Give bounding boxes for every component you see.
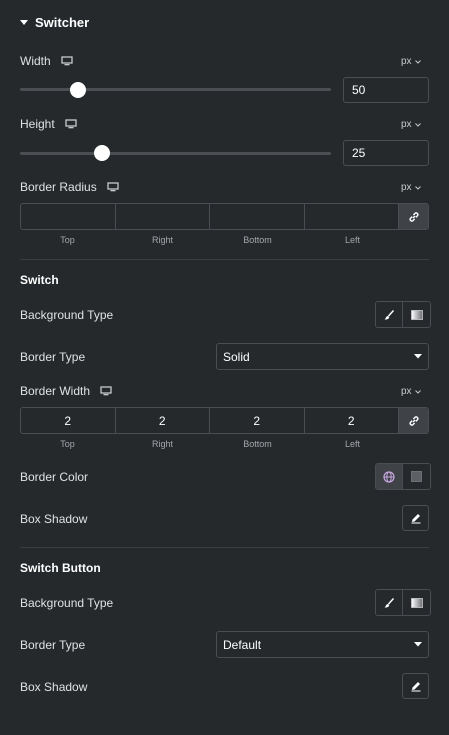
width-label-row: Width bbox=[20, 54, 73, 68]
color-swatch bbox=[411, 471, 422, 482]
gradient-background-button[interactable] bbox=[403, 590, 430, 615]
width-slider-thumb[interactable] bbox=[70, 82, 87, 98]
height-unit: px bbox=[401, 119, 412, 130]
switch-button-border-type-label: Border Type bbox=[20, 638, 86, 652]
chevron-down-icon bbox=[414, 59, 421, 64]
width-value: 50 bbox=[352, 83, 366, 97]
switch-button-border-type-select[interactable]: Default bbox=[216, 631, 429, 658]
side-label-left: Left bbox=[344, 439, 360, 449]
height-input[interactable]: 25 bbox=[343, 140, 429, 166]
border-color-label: Border Color bbox=[20, 470, 89, 484]
switch-background-type-label: Background Type bbox=[20, 308, 114, 322]
border-color-controls bbox=[375, 463, 431, 490]
switch-heading: Switch bbox=[20, 273, 59, 287]
link-icon bbox=[408, 415, 419, 426]
height-label-row: Height bbox=[20, 117, 77, 131]
height-unit-selector[interactable]: px bbox=[401, 119, 421, 130]
globe-icon bbox=[383, 470, 395, 483]
side-label-top: Top bbox=[60, 235, 75, 245]
switch-border-type-select[interactable]: Solid bbox=[216, 343, 429, 370]
switch-button-background-type-label: Background Type bbox=[20, 596, 114, 610]
side-label-top: Top bbox=[60, 439, 75, 449]
section-header[interactable]: Switcher bbox=[20, 15, 89, 30]
border-width-label: Border Width bbox=[20, 384, 91, 398]
width-unit-selector[interactable]: px bbox=[401, 56, 421, 67]
brush-icon bbox=[384, 597, 395, 608]
classic-background-button[interactable] bbox=[376, 302, 403, 327]
side-label-right: Right bbox=[151, 235, 173, 245]
border-radius-unit: px bbox=[401, 182, 412, 193]
border-width-right-input[interactable]: 2 bbox=[116, 408, 210, 433]
chevron-down-icon bbox=[414, 122, 421, 127]
switch-button-background-type-group bbox=[375, 589, 431, 616]
switch-button-heading: Switch Button bbox=[20, 561, 101, 575]
switch-button-border-type-value: Default bbox=[223, 637, 262, 652]
width-unit: px bbox=[401, 56, 412, 67]
gradient-background-button[interactable] bbox=[403, 302, 430, 327]
border-width-bottom-input[interactable]: 2 bbox=[210, 408, 305, 433]
side-label-left: Left bbox=[344, 235, 360, 245]
gradient-icon bbox=[410, 597, 423, 608]
link-icon bbox=[408, 211, 419, 222]
link-values-button[interactable] bbox=[399, 408, 428, 433]
link-values-button[interactable] bbox=[399, 204, 428, 229]
height-label: Height bbox=[20, 117, 55, 131]
desktop-icon[interactable] bbox=[61, 56, 73, 66]
switch-box-shadow-label: Box Shadow bbox=[20, 512, 88, 526]
brush-icon bbox=[384, 309, 395, 320]
border-radius-label-row: Border Radius bbox=[20, 180, 119, 194]
caret-down-icon bbox=[414, 354, 422, 359]
desktop-icon[interactable] bbox=[65, 119, 77, 129]
switch-background-type-group bbox=[375, 301, 431, 328]
pencil-icon bbox=[411, 514, 420, 524]
border-radius-unit-selector[interactable]: px bbox=[401, 182, 421, 193]
border-radius-bottom-input[interactable] bbox=[210, 204, 305, 229]
border-radius-label: Border Radius bbox=[20, 180, 97, 194]
gradient-icon bbox=[410, 309, 423, 320]
classic-background-button[interactable] bbox=[376, 590, 403, 615]
height-value: 25 bbox=[352, 146, 366, 160]
side-label-bottom: Bottom bbox=[243, 439, 272, 449]
border-width-side-labels: Top Right Bottom Left bbox=[20, 439, 429, 449]
chevron-down-icon bbox=[414, 389, 421, 394]
width-input[interactable]: 50 bbox=[343, 77, 429, 103]
switch-border-type-label: Border Type bbox=[20, 350, 86, 364]
width-slider-track[interactable] bbox=[20, 88, 331, 91]
side-label-right: Right bbox=[151, 439, 173, 449]
chevron-down-icon bbox=[414, 185, 421, 190]
width-label: Width bbox=[20, 54, 51, 68]
border-width-unit-selector[interactable]: px bbox=[401, 386, 421, 397]
switch-button-box-shadow-edit-button[interactable] bbox=[402, 673, 429, 699]
height-slider-thumb[interactable] bbox=[93, 145, 110, 161]
border-radius-side-labels: Top Right Bottom Left bbox=[20, 235, 429, 245]
global-colors-button[interactable] bbox=[376, 464, 403, 489]
caret-down-icon bbox=[414, 642, 422, 647]
desktop-icon[interactable] bbox=[100, 386, 112, 396]
pencil-icon bbox=[411, 682, 420, 692]
color-picker-button[interactable] bbox=[403, 464, 430, 489]
divider bbox=[20, 259, 429, 260]
border-radius-top-input[interactable] bbox=[21, 204, 116, 229]
switch-box-shadow-edit-button[interactable] bbox=[402, 505, 429, 531]
caret-down-icon bbox=[20, 19, 28, 25]
border-width-dimensions: 2 2 2 2 bbox=[20, 407, 429, 434]
border-width-left-input[interactable]: 2 bbox=[305, 408, 399, 433]
border-width-unit: px bbox=[401, 386, 412, 397]
border-radius-left-input[interactable] bbox=[305, 204, 399, 229]
switch-button-box-shadow-label: Box Shadow bbox=[20, 680, 88, 694]
side-label-bottom: Bottom bbox=[243, 235, 272, 245]
section-title: Switcher bbox=[35, 15, 90, 30]
border-radius-right-input[interactable] bbox=[116, 204, 210, 229]
switch-border-type-value: Solid bbox=[223, 349, 250, 364]
desktop-icon[interactable] bbox=[107, 182, 119, 192]
divider bbox=[20, 547, 429, 548]
border-radius-dimensions bbox=[20, 203, 429, 230]
border-width-label-row: Border Width bbox=[20, 384, 112, 398]
border-width-top-input[interactable]: 2 bbox=[21, 408, 116, 433]
height-slider-track[interactable] bbox=[20, 152, 331, 155]
